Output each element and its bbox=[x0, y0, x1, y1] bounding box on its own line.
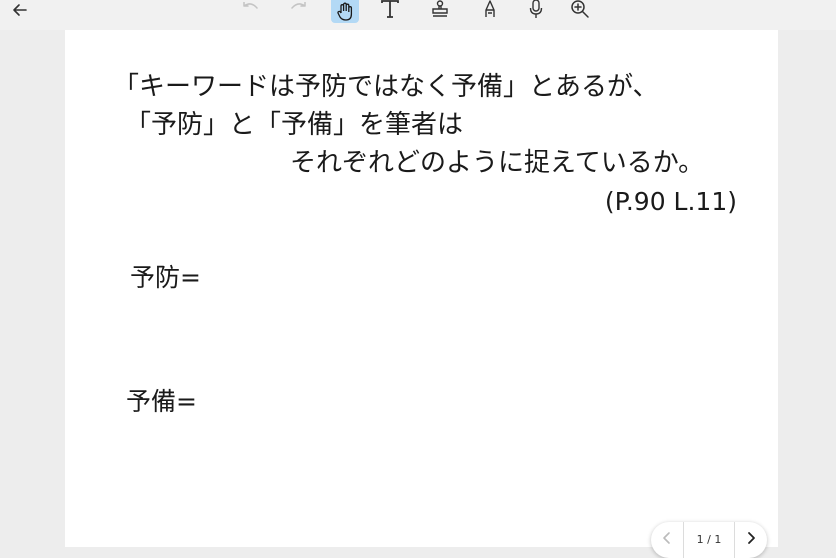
mic-icon bbox=[529, 0, 543, 18]
text-icon bbox=[381, 0, 399, 18]
stamp-icon bbox=[432, 0, 448, 17]
stamp-tool-button[interactable] bbox=[428, 0, 452, 21]
question-line-2: 「予防」と「予備」を筆者は bbox=[125, 110, 464, 140]
mic-button[interactable] bbox=[524, 0, 548, 21]
redo-button[interactable] bbox=[287, 0, 311, 21]
preparation-answer-label: 予備= bbox=[126, 387, 197, 416]
redo-icon bbox=[291, 2, 306, 9]
pen-icon bbox=[485, 0, 495, 17]
page-indicator: 1 / 1 bbox=[683, 522, 735, 558]
chevron-left-icon bbox=[663, 532, 670, 544]
pen-tool-button[interactable] bbox=[478, 0, 502, 21]
hand-tool-button[interactable] bbox=[331, 0, 359, 23]
question-line-1: 「キーワードは予防ではなく予備」とあるが、 bbox=[113, 72, 659, 102]
prevention-answer-label: 予防= bbox=[130, 263, 201, 292]
previous-page-button[interactable] bbox=[651, 522, 683, 558]
zoom-in-icon bbox=[571, 0, 589, 18]
undo-button[interactable] bbox=[238, 0, 262, 21]
document-page[interactable]: 「キーワードは予防ではなく予備」とあるが、 「予防」と「予備」を筆者は それぞれ… bbox=[65, 30, 778, 547]
back-button[interactable] bbox=[8, 0, 32, 22]
toolbar bbox=[0, 0, 836, 30]
question-line-3: それぞれどのように捉えているか。 bbox=[290, 148, 705, 178]
page-navigator: 1 / 1 bbox=[651, 522, 767, 558]
undo-icon bbox=[243, 2, 258, 9]
chevron-right-icon bbox=[748, 532, 755, 544]
next-page-button[interactable] bbox=[735, 522, 767, 558]
hand-icon bbox=[337, 2, 353, 21]
back-arrow-icon bbox=[13, 4, 27, 16]
zoom-in-button[interactable] bbox=[568, 0, 592, 21]
page-reference: (P.90 L.11) bbox=[604, 187, 737, 216]
text-tool-button[interactable] bbox=[378, 0, 402, 21]
